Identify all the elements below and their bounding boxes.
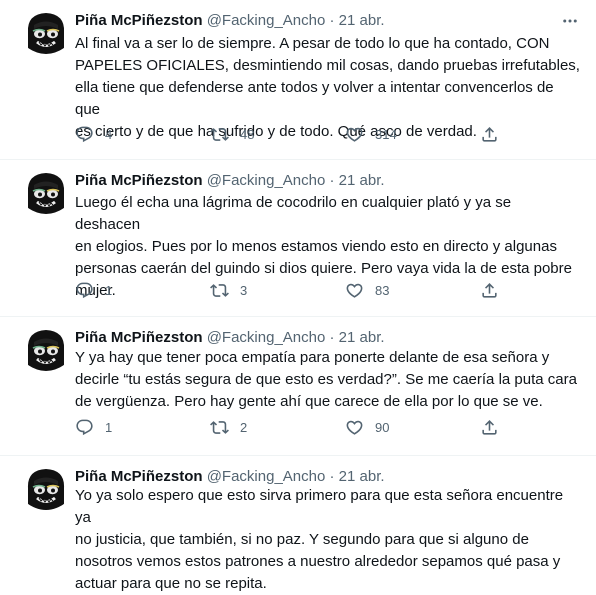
tweet[interactable]: Piña McPiñezston @Facking_Ancho · 21 abr… (0, 160, 596, 317)
retweet-button[interactable]: 2 (210, 418, 270, 437)
like-count: 83 (375, 282, 390, 298)
retweet-count: 2 (240, 419, 248, 435)
share-icon (482, 419, 497, 435)
author-name[interactable]: Piña McPiñezston (75, 468, 203, 485)
author-handle[interactable]: @Facking_Ancho (207, 172, 326, 189)
avatar-icon (22, 464, 70, 512)
tweet-header: Piña McPiñezston @Facking_Ancho · 21 abr… (75, 171, 580, 191)
avatar-icon (22, 168, 70, 216)
author-name[interactable]: Piña McPiñezston (75, 12, 203, 29)
separator-dot: · (325, 468, 339, 485)
avatar-icon (22, 325, 70, 373)
tweet[interactable]: Piña McPiñezston @Facking_Ancho · 21 abr… (0, 317, 596, 456)
retweet-icon (210, 420, 229, 434)
tweet[interactable]: Piña McPiñezston @Facking_Ancho · 21 abr… (0, 456, 596, 592)
tweet-date[interactable]: 21 abr. (339, 468, 385, 485)
tweet-text: Y ya hay que tener poca empatía para pon… (75, 349, 577, 410)
more-dots-icon (563, 19, 577, 23)
avatar[interactable] (22, 8, 70, 56)
reply-button[interactable]: 4 (75, 125, 135, 144)
retweet-count: 48 (240, 126, 255, 142)
tweet-actions: 1 3 83 (75, 280, 500, 300)
retweet-count: 3 (240, 282, 248, 298)
heart-icon (346, 283, 363, 298)
heart-icon (346, 420, 363, 435)
like-button[interactable]: 90 (345, 418, 405, 437)
retweet-button[interactable]: 3 (210, 281, 270, 300)
tweet-text: Yo ya solo espero que esto sirva primero… (75, 487, 564, 592)
tweet-header: Piña McPiñezston @Facking_Ancho · 21 abr… (75, 467, 580, 487)
author-name[interactable]: Piña McPiñezston (75, 329, 203, 346)
tweet-header: Piña McPiñezston @Facking_Ancho · 21 abr… (75, 328, 580, 348)
like-button[interactable]: 314 (345, 125, 405, 144)
author-handle[interactable]: @Facking_Ancho (207, 12, 326, 29)
retweet-icon (210, 127, 229, 141)
share-icon (482, 282, 497, 298)
reply-icon (76, 419, 93, 435)
reply-button[interactable]: 1 (75, 418, 135, 437)
avatar-icon (22, 8, 70, 56)
avatar[interactable] (22, 464, 70, 512)
separator-dot: · (325, 329, 339, 346)
avatar[interactable] (22, 325, 70, 373)
author-handle[interactable]: @Facking_Ancho (207, 468, 326, 485)
tweet-date[interactable]: 21 abr. (339, 172, 385, 189)
avatar[interactable] (22, 168, 70, 216)
reply-button[interactable]: 1 (75, 281, 135, 300)
tweet[interactable]: Piña McPiñezston @Facking_Ancho · 21 abr… (0, 0, 596, 160)
tweet-date[interactable]: 21 abr. (339, 329, 385, 346)
like-count: 314 (375, 126, 397, 142)
share-icon (482, 126, 497, 142)
share-button[interactable] (480, 281, 500, 300)
separator-dot: · (325, 172, 339, 189)
separator-dot: · (325, 12, 339, 29)
like-button[interactable]: 83 (345, 281, 405, 300)
author-handle[interactable]: @Facking_Ancho (207, 329, 326, 346)
reply-icon (76, 126, 93, 142)
retweet-button[interactable]: 48 (210, 125, 270, 144)
more-icon[interactable] (560, 12, 580, 30)
author-name[interactable]: Piña McPiñezston (75, 172, 203, 189)
tweet-actions: 1 2 90 (75, 417, 500, 437)
share-button[interactable] (480, 418, 500, 437)
reply-icon (76, 282, 93, 298)
heart-icon (346, 127, 363, 142)
retweet-icon (210, 283, 229, 297)
share-button[interactable] (480, 125, 500, 144)
tweet-actions: 4 48 314 (75, 124, 500, 144)
reply-count: 1 (105, 419, 113, 435)
tweet-header: Piña McPiñezston @Facking_Ancho · 21 abr… (75, 11, 580, 31)
like-count: 90 (375, 419, 390, 435)
reply-count: 1 (105, 282, 113, 298)
tweet-date[interactable]: 21 abr. (339, 12, 385, 29)
reply-count: 4 (105, 126, 113, 142)
